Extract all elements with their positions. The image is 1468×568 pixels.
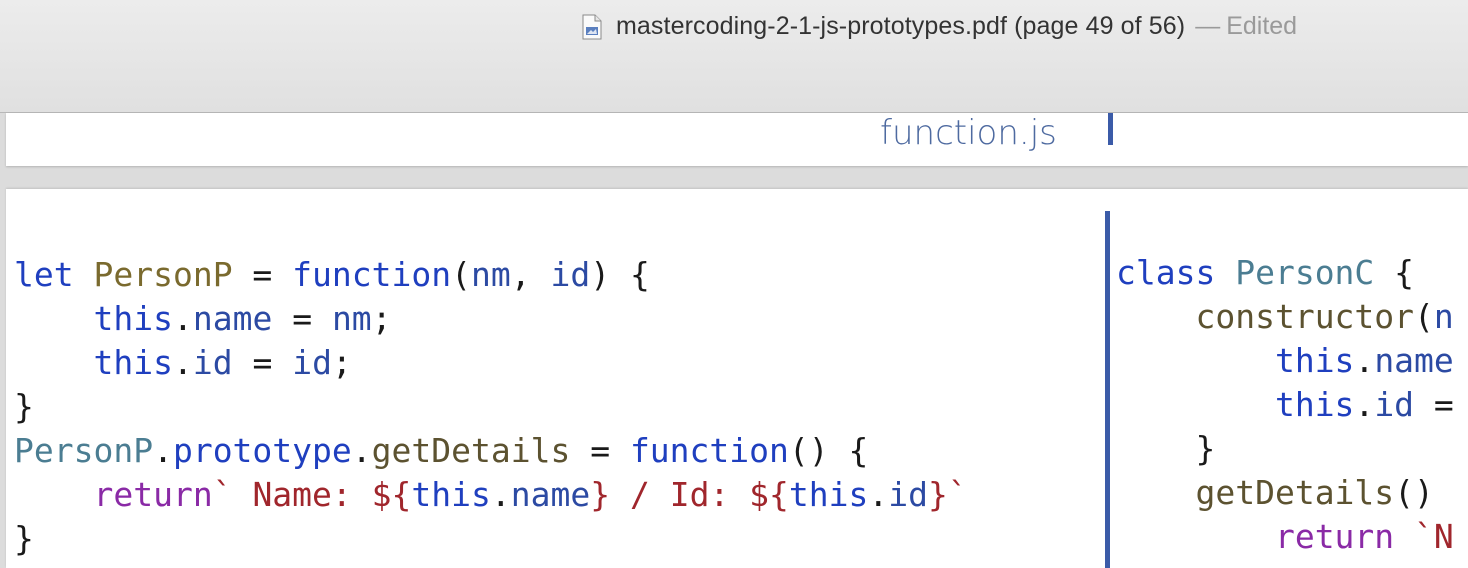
code-line: this.name = nm; (14, 297, 968, 341)
code-token: id (1374, 385, 1415, 424)
code-token: = (272, 299, 332, 338)
edited-status[interactable]: Edited (1226, 12, 1297, 41)
code-token: } (14, 387, 34, 426)
code-token: function (629, 431, 789, 470)
code-token: this (411, 475, 491, 514)
code-token: . (868, 475, 889, 514)
code-line: } (14, 385, 968, 429)
code-token: . (351, 431, 372, 470)
code-token: getDetails (1195, 473, 1395, 512)
code-token: name (1374, 341, 1454, 380)
code-line: return` Name: ${this.name} / Id: ${this.… (14, 473, 968, 517)
code-token: id (550, 255, 591, 294)
window-title: mastercoding-2-1-js-prototypes.pdf (page… (582, 12, 1297, 41)
code-token: () { (788, 431, 869, 470)
pdf-page-top: function.js (6, 113, 1468, 166)
code-token: this (788, 475, 869, 514)
code-token: }` (928, 475, 968, 514)
title-separator: — (1195, 12, 1221, 40)
code-token: ( (1414, 297, 1434, 336)
code-token: function (292, 255, 452, 294)
code-block-class: class PersonC { constructor(n this.name … (1116, 251, 1454, 559)
code-token: = (1414, 385, 1454, 424)
code-token: ( (451, 255, 471, 294)
code-line: class PersonC { (1116, 251, 1454, 295)
code-token: this (1274, 341, 1355, 380)
code-line: this.id = (1116, 383, 1454, 427)
code-token: ) { (590, 255, 650, 294)
code-token: class (1116, 253, 1216, 292)
code-token: () (1394, 473, 1434, 512)
file-label: function.js (880, 113, 1057, 153)
code-token: } / Id: ${ (590, 475, 789, 514)
code-token: this (93, 343, 173, 382)
column-divider (1105, 211, 1110, 568)
code-token: = (570, 431, 630, 470)
code-token: . (1354, 385, 1375, 424)
code-block-prototype: let PersonP = function(nm, id) { this.na… (14, 253, 968, 561)
code-line: this.name (1116, 339, 1454, 383)
code-token: = (232, 255, 293, 294)
code-line: } (1116, 427, 1454, 471)
code-token: this (1274, 385, 1355, 424)
document-title: mastercoding-2-1-js-prototypes.pdf (page… (616, 12, 1186, 40)
code-token: `N (1394, 517, 1454, 556)
code-token: PersonP (14, 431, 154, 470)
code-token: PersonC (1235, 253, 1375, 292)
code-line: PersonP.prototype.getDetails = function(… (14, 429, 968, 473)
code-token: , (510, 255, 551, 294)
pdf-document-icon[interactable] (582, 14, 602, 40)
code-token: } (1116, 429, 1216, 468)
code-token: this (93, 299, 173, 338)
code-token: n (1433, 297, 1454, 336)
code-token: } (14, 519, 34, 558)
code-token: . (153, 431, 173, 470)
code-line: let PersonP = function(nm, id) { (14, 253, 968, 297)
code-token: prototype (172, 431, 352, 470)
code-token: id (888, 475, 929, 514)
code-token: id (292, 343, 332, 382)
window-titlebar: mastercoding-2-1-js-prototypes.pdf (page… (0, 0, 1468, 113)
code-line: this.id = id; (14, 341, 968, 385)
pdf-page-main: let PersonP = function(nm, id) { this.na… (6, 189, 1468, 568)
code-token: name (510, 475, 591, 514)
code-line: return `N (1116, 515, 1454, 559)
code-token: getDetails (371, 431, 571, 470)
code-line: constructor(n (1116, 295, 1454, 339)
code-token: id (192, 343, 233, 382)
code-token: . (172, 299, 193, 338)
code-token: . (172, 343, 193, 382)
code-token: ` Name: ${ (212, 475, 412, 514)
accent-bar-top (1108, 113, 1113, 145)
code-token: return (1274, 517, 1395, 556)
code-token: PersonP (93, 255, 233, 294)
code-token: nm (331, 299, 372, 338)
code-token: . (490, 475, 511, 514)
code-token: ; (331, 343, 352, 382)
code-token: name (192, 299, 273, 338)
code-token: . (1354, 341, 1375, 380)
code-token: constructor (1195, 297, 1415, 336)
code-token: return (93, 475, 213, 514)
code-token: { (1374, 253, 1415, 292)
code-token: nm (471, 255, 511, 294)
code-token: ; (371, 299, 392, 338)
code-token: let (14, 255, 74, 294)
code-token: = (232, 343, 293, 382)
code-line: } (14, 517, 968, 561)
code-line: getDetails() (1116, 471, 1454, 515)
